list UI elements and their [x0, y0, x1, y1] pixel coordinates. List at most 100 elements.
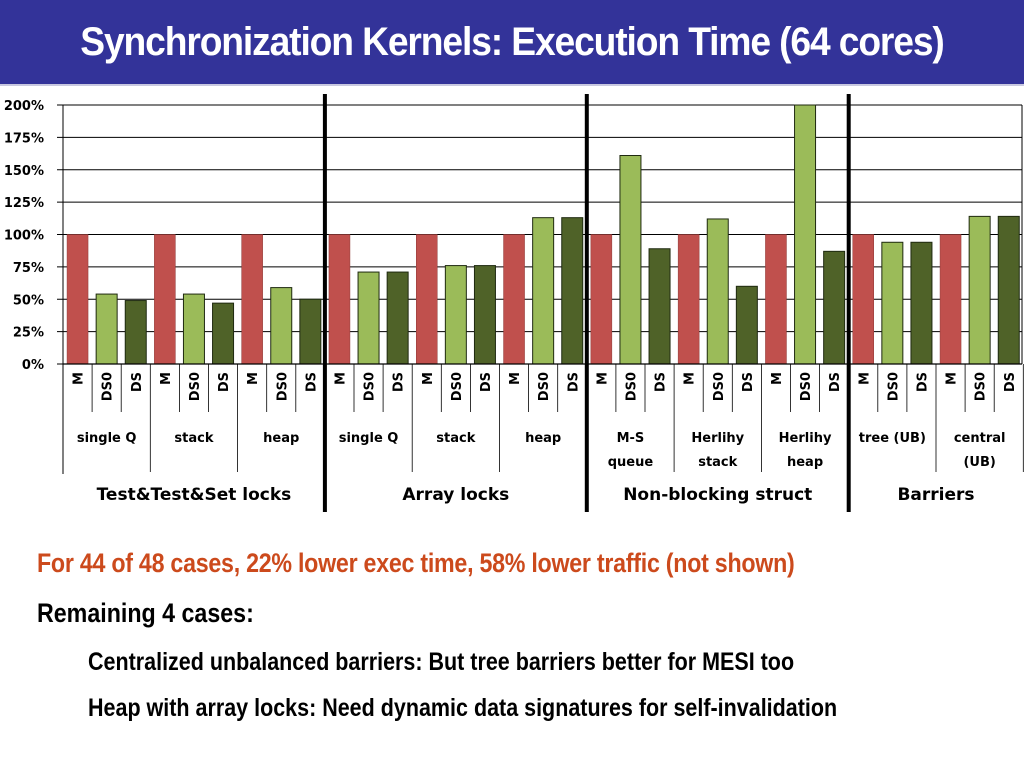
series-tick-label: M [595, 372, 610, 385]
y-tick-label: 175% [4, 131, 44, 146]
series-tick-label: DS0 [101, 372, 116, 401]
bar-ds [386, 271, 409, 365]
bullet-remaining: Remaining 4 cases: [37, 598, 254, 628]
y-tick-label: 75% [13, 261, 44, 276]
series-tick-label: DS [654, 372, 669, 392]
sub-bullet-barriers: Centralized unbalanced barriers: But tre… [88, 648, 795, 676]
series-tick-label: M [770, 372, 785, 385]
series-tick-label: DS [479, 372, 494, 392]
bullet-highlight: For 44 of 48 cases, 22% lower exec time,… [37, 548, 795, 578]
bar-m [416, 234, 438, 365]
benchmark-label: single Q [339, 431, 399, 446]
benchmark-label: queue [608, 455, 654, 470]
series-tick-label: M [246, 372, 261, 385]
series-tick-label: DS [566, 372, 581, 392]
benchmark-label: single Q [77, 431, 137, 446]
bar-m [154, 234, 176, 365]
bar-m [765, 234, 787, 365]
y-tick-label: 200% [4, 99, 44, 114]
series-tick-label: M [945, 372, 960, 385]
series-tick-label: M [683, 372, 698, 385]
benchmark-label: heap [787, 455, 823, 470]
series-tick-label: DS [828, 372, 843, 392]
bar-ds0 [706, 218, 729, 365]
bar-ds [473, 265, 496, 365]
bar-ds0 [532, 217, 555, 365]
bar-m [328, 234, 351, 365]
slide-title: Synchronization Kernels: Execution Time … [80, 20, 945, 64]
sub-bullet-heap: Heap with array locks: Need dynamic data… [88, 694, 838, 722]
series-tick-label: M [508, 372, 523, 385]
series-tick-label: DS0 [275, 372, 290, 401]
bar-ds [124, 300, 147, 365]
group-label: Non-blocking struct [623, 485, 812, 505]
y-tick-label: 100% [4, 229, 44, 244]
series-tick-label: DS [741, 372, 756, 392]
bar-ds [212, 302, 235, 365]
series-tick-label: M [857, 372, 872, 385]
bar-ds [648, 248, 671, 365]
series-tick-label: DS [915, 372, 930, 392]
bar-ds [561, 217, 584, 365]
bar-ds [910, 241, 933, 365]
bar-ds0 [619, 155, 642, 365]
bar-ds0 [95, 293, 118, 365]
bar-m [503, 234, 525, 365]
series-tick-label: DS [217, 372, 232, 392]
series-tick-label: DS [304, 372, 319, 392]
bar-ds [823, 250, 846, 365]
benchmark-label: tree (UB) [859, 431, 926, 446]
benchmark-label: central [954, 431, 1006, 446]
group-label: Barriers [897, 485, 974, 505]
bar-m [677, 234, 700, 365]
benchmark-label: (UB) [963, 455, 995, 470]
benchmark-label: Herlihy [779, 431, 832, 446]
series-tick-label: DS0 [624, 372, 639, 401]
series-tick-label: DS0 [363, 372, 378, 401]
y-tick-label: 150% [4, 164, 44, 179]
series-tick-label: DS0 [188, 372, 203, 401]
title-bar: Synchronization Kernels: Execution Time … [0, 0, 1024, 86]
series-tick-label: DS [130, 372, 145, 392]
bar-ds0 [270, 287, 293, 365]
group-label: Array locks [402, 485, 509, 505]
y-tick-label: 25% [13, 326, 44, 341]
bar-m [852, 234, 874, 365]
series-tick-label: DS [392, 372, 407, 392]
series-tick-label: DS0 [537, 372, 552, 401]
series-tick-label: M [72, 372, 87, 385]
benchmark-label: Herlihy [691, 431, 744, 446]
series-tick-label: DS0 [886, 372, 901, 401]
bar-ds0 [444, 265, 467, 365]
benchmark-label: stack [698, 455, 737, 470]
series-tick-label: M [333, 372, 348, 385]
series-tick-label: DS0 [974, 372, 989, 401]
series-tick-label: M [159, 372, 174, 385]
bar-ds0 [968, 215, 991, 365]
series-tick-label: DS0 [799, 372, 814, 401]
bar-ds0 [357, 271, 380, 365]
group-label: Test&Test&Set locks [97, 485, 292, 505]
bar-m [590, 234, 613, 365]
series-tick-label: DS [1003, 372, 1018, 392]
benchmark-label: heap [263, 431, 299, 446]
series-tick-label: DS0 [450, 372, 465, 401]
bar-m [939, 234, 962, 365]
bar-ds0 [182, 293, 205, 365]
bar-ds0 [794, 104, 817, 365]
benchmark-label: heap [525, 431, 561, 446]
benchmark-label: M-S [617, 431, 645, 446]
benchmark-label: stack [174, 431, 213, 446]
benchmark-label: stack [436, 431, 475, 446]
y-tick-label: 125% [4, 196, 44, 211]
series-tick-label: M [421, 372, 436, 385]
bar-ds [735, 285, 758, 365]
bar-m [66, 234, 89, 365]
y-tick-label: 50% [13, 293, 44, 308]
bar-ds0 [881, 241, 904, 365]
bar-ds [997, 215, 1020, 365]
bar-ds [299, 298, 322, 365]
series-tick-label: DS0 [712, 372, 727, 401]
y-tick-label: 0% [22, 358, 44, 373]
bar-m [241, 234, 263, 365]
